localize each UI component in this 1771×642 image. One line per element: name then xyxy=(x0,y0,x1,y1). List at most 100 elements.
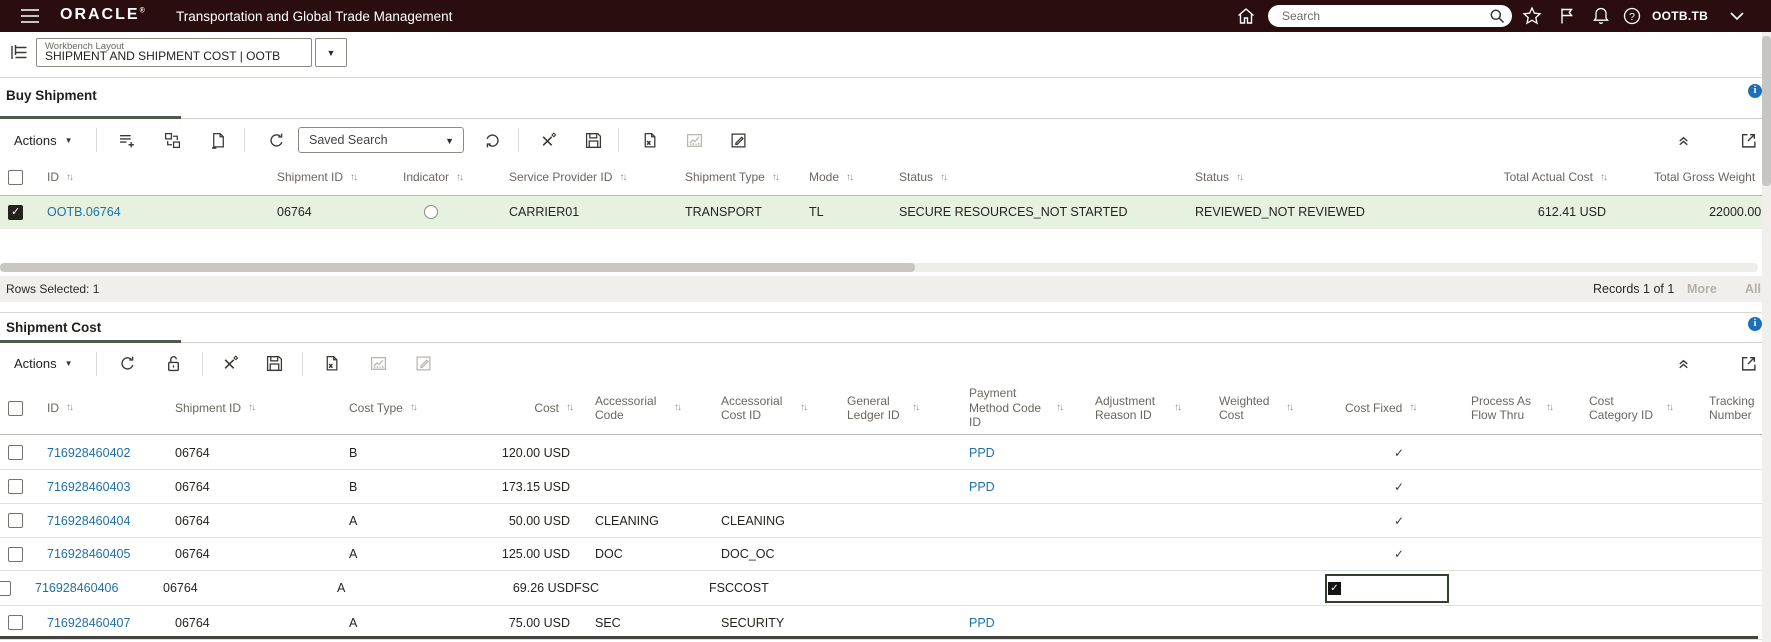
save-search-icon[interactable] xyxy=(585,120,602,160)
copy-records-icon[interactable] xyxy=(164,120,181,160)
edit-icon[interactable] xyxy=(730,120,747,160)
column-header-cost-category-id[interactable]: Cost Category ID ↑↓ xyxy=(1580,382,1700,434)
sort-icon[interactable]: ↑↓ xyxy=(410,402,418,414)
new-document-icon[interactable] xyxy=(210,120,227,160)
shipment-cost-actions-button[interactable]: Actions ▼ xyxy=(14,344,73,382)
select-all-checkbox[interactable] xyxy=(8,170,23,185)
workbench-layout-dropdown-button[interactable]: ▼ xyxy=(315,38,347,67)
column-header-id[interactable]: ID ↑↓ xyxy=(38,160,268,195)
column-header-service-provider-id[interactable]: Service Provider ID ↑↓ xyxy=(500,160,676,195)
buy-shipment-row[interactable]: OOTB.06764 06764 CARRIER01 TRANSPORT TL … xyxy=(0,196,1771,229)
sort-icon[interactable]: ↑↓ xyxy=(248,402,256,414)
sort-icon[interactable]: ↑↓ xyxy=(1409,402,1417,414)
save-icon[interactable] xyxy=(266,344,283,382)
workbench-layout-icon[interactable] xyxy=(10,44,29,66)
column-header-mode[interactable]: Mode ↑↓ xyxy=(800,160,890,195)
payment-method-link[interactable]: PPD xyxy=(969,480,995,494)
help-icon[interactable]: ? xyxy=(1622,6,1642,26)
collapse-panel-icon[interactable] xyxy=(1676,120,1691,160)
export-icon[interactable] xyxy=(323,344,340,382)
favorites-star-icon[interactable] xyxy=(1522,6,1542,26)
sort-icon[interactable]: ↑↓ xyxy=(456,172,464,184)
refresh-icon[interactable] xyxy=(484,120,501,160)
column-header-accessorial-cost-id[interactable]: Accessorial Cost ID ↑↓ xyxy=(712,382,838,434)
sort-icon[interactable]: ↑↓ xyxy=(66,402,74,414)
page-vertical-scrollbar[interactable] xyxy=(1762,32,1771,642)
column-header-indicator[interactable]: Indicator ↑↓ xyxy=(394,160,500,195)
new-line-icon[interactable] xyxy=(119,120,136,160)
sort-icon[interactable]: ↑↓ xyxy=(619,172,627,184)
cost-id-link[interactable]: 716928460404 xyxy=(47,514,130,528)
cost-id-link[interactable]: 716928460407 xyxy=(47,616,130,630)
row-checkbox[interactable] xyxy=(8,546,23,562)
collapse-panel-icon[interactable] xyxy=(1676,344,1691,382)
shipment-cost-hscrollbar[interactable] xyxy=(0,636,1758,639)
column-header-total-actual-cost[interactable]: Total Actual Cost ↑↓ xyxy=(1480,160,1620,195)
expand-panel-icon[interactable] xyxy=(1740,120,1757,160)
sort-icon[interactable]: ↑↓ xyxy=(772,172,780,184)
table-row[interactable]: 716928460403 06764 B 173.15 USD PPD ✓ xyxy=(0,470,1771,504)
flag-icon[interactable] xyxy=(1557,6,1577,26)
row-checkbox[interactable] xyxy=(8,513,23,528)
sort-icon[interactable]: ↑↓ xyxy=(912,402,920,414)
shipment-cost-info-icon[interactable]: i xyxy=(1748,317,1762,331)
sort-icon[interactable]: ↑↓ xyxy=(350,172,358,184)
hscrollbar-thumb[interactable] xyxy=(0,263,915,272)
sort-icon[interactable]: ↑↓ xyxy=(66,172,74,184)
payment-method-link[interactable]: PPD xyxy=(969,616,995,630)
column-header-cost-type[interactable]: Cost Type ↑↓ xyxy=(340,382,490,434)
shipment-id-link[interactable]: OOTB.06764 xyxy=(47,205,121,219)
expand-panel-icon[interactable] xyxy=(1740,344,1757,382)
column-header-cost-fixed[interactable]: Cost Fixed ↑↓ xyxy=(1336,382,1462,434)
cost-id-link[interactable]: 716928460406 xyxy=(35,581,118,595)
column-header-payment-method-code-id[interactable]: Payment Method Code ID ↑↓ xyxy=(960,382,1086,434)
column-header-id[interactable]: ID ↑↓ xyxy=(38,382,166,434)
column-header-adjustment-reason-id[interactable]: Adjustment Reason ID ↑↓ xyxy=(1086,382,1210,434)
payment-method-link[interactable]: PPD xyxy=(969,446,995,460)
table-row[interactable]: 716928460407 06764 A 75.00 USD SEC SECUR… xyxy=(0,606,1771,640)
sort-icon[interactable]: ↑↓ xyxy=(566,402,574,414)
sort-icon[interactable]: ↑↓ xyxy=(1666,402,1674,414)
sort-icon[interactable]: ↑↓ xyxy=(846,172,854,184)
sort-icon[interactable]: ↑↓ xyxy=(1546,402,1554,414)
sort-icon[interactable]: ↑↓ xyxy=(1600,172,1608,184)
table-row[interactable]: 716928460404 06764 A 50.00 USD CLEANING … xyxy=(0,504,1771,538)
export-icon[interactable] xyxy=(641,120,658,160)
column-header-shipment-type[interactable]: Shipment Type ↑↓ xyxy=(676,160,800,195)
cost-id-link[interactable]: 716928460403 xyxy=(47,480,130,494)
vscrollbar-thumb[interactable] xyxy=(1762,36,1771,186)
indicator-circle-icon[interactable] xyxy=(424,205,438,219)
sort-icon[interactable]: ↑↓ xyxy=(1286,402,1294,414)
sort-icon[interactable]: ↑↓ xyxy=(674,402,682,414)
cost-id-link[interactable]: 716928460405 xyxy=(47,547,130,561)
hamburger-menu-icon[interactable] xyxy=(20,7,40,25)
more-button[interactable]: More xyxy=(1687,282,1717,296)
saved-search-select[interactable]: Saved Search ▼ xyxy=(298,127,464,153)
reload-search-icon[interactable] xyxy=(268,120,285,160)
sort-icon[interactable]: ↑↓ xyxy=(1056,402,1064,414)
row-checkbox-checked[interactable] xyxy=(8,204,23,220)
global-search-input[interactable]: Search xyxy=(1268,5,1512,27)
column-header-status-1[interactable]: Status ↑↓ xyxy=(890,160,1186,195)
column-header-accessorial-code[interactable]: Accessorial Code ↑↓ xyxy=(586,382,712,434)
user-menu[interactable]: OOTB.TB xyxy=(1652,9,1708,23)
column-header-general-ledger-id[interactable]: General Ledger ID ↑↓ xyxy=(838,382,960,434)
row-checkbox[interactable] xyxy=(8,445,23,460)
row-checkbox[interactable] xyxy=(8,479,23,494)
column-header-shipment-id[interactable]: Shipment ID ↑↓ xyxy=(166,382,340,434)
row-checkbox[interactable] xyxy=(0,580,11,596)
user-chevron-down-icon[interactable] xyxy=(1728,9,1746,23)
column-header-weighted-cost[interactable]: Weighted Cost ↑↓ xyxy=(1210,382,1336,434)
column-header-cost[interactable]: Cost ↑↓ xyxy=(490,382,586,434)
buy-shipment-actions-button[interactable]: Actions ▼ xyxy=(14,120,73,160)
clear-search-icon[interactable] xyxy=(540,120,557,160)
column-header-total-gross-weight[interactable]: Total Gross Weight xyxy=(1620,160,1771,195)
column-header-tracking-number[interactable]: Tracking Number xyxy=(1700,382,1771,434)
sort-icon[interactable]: ↑↓ xyxy=(800,402,808,414)
cost-id-link[interactable]: 716928460402 xyxy=(47,446,130,460)
refresh-icon[interactable] xyxy=(119,344,136,382)
cost-fixed-edit-field[interactable]: ✓ xyxy=(1325,573,1449,603)
notifications-bell-icon[interactable] xyxy=(1591,6,1611,26)
table-row[interactable]: 716928460402 06764 B 120.00 USD PPD ✓ xyxy=(0,436,1771,470)
column-header-process-as-flow-thru[interactable]: Process As Flow Thru ↑↓ xyxy=(1462,382,1580,434)
